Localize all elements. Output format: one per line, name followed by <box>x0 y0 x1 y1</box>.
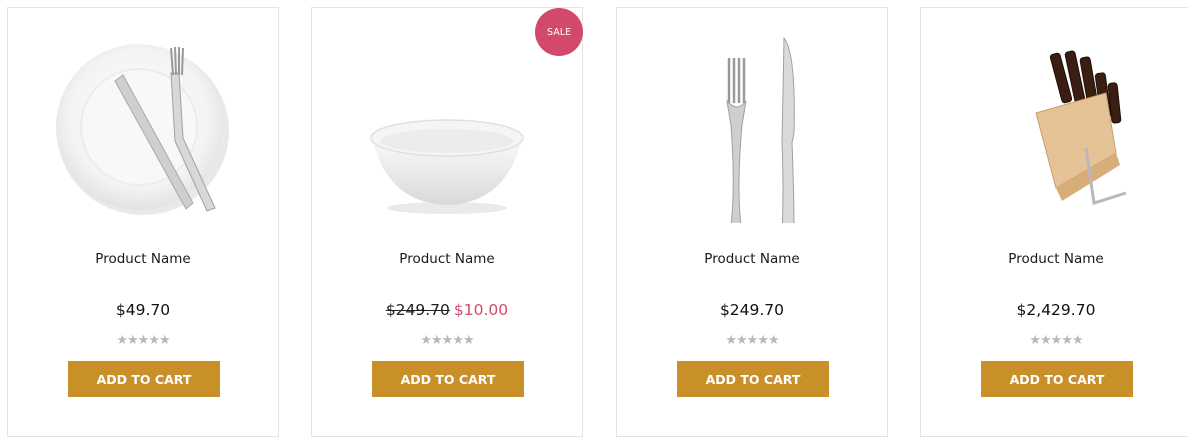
old-price: $249.70 <box>385 301 450 319</box>
product-image[interactable] <box>617 8 887 228</box>
product-image[interactable] <box>312 8 582 228</box>
add-to-cart-button[interactable]: ADD TO CART <box>981 361 1133 397</box>
product-name[interactable]: Product Name <box>921 251 1188 267</box>
product-card[interactable]: Product Name $249.70 ★★★★★ ADD TO CART <box>616 7 888 437</box>
rating-stars: ★★★★★ <box>725 333 779 348</box>
product-price: $249.70 $10.00 <box>312 301 582 319</box>
add-to-cart-button[interactable]: ADD TO CART <box>68 361 220 397</box>
product-price: $249.70 <box>617 301 887 319</box>
rating-stars: ★★★★★ <box>1029 333 1083 348</box>
add-to-cart-button[interactable]: ADD TO CART <box>372 361 524 397</box>
price: $2,429.70 <box>1016 301 1096 319</box>
product-card[interactable]: Product Name $2,429.70 ★★★★★ ADD TO CART <box>920 7 1188 437</box>
product-name[interactable]: Product Name <box>617 251 887 267</box>
fork-knife-image <box>726 36 795 223</box>
product-name[interactable]: Product Name <box>312 251 582 267</box>
price: $49.70 <box>115 301 171 319</box>
product-price: $2,429.70 <box>921 301 1188 319</box>
rating-stars: ★★★★★ <box>116 333 170 348</box>
product-image[interactable] <box>921 8 1188 228</box>
product-price: $49.70 <box>8 301 278 319</box>
product-card[interactable]: SALE Product Name $249.70 $10.00 ★★★★★ AD… <box>311 7 583 437</box>
product-name[interactable]: Product Name <box>8 251 278 267</box>
rating-stars: ★★★★★ <box>420 333 474 348</box>
plate-image <box>56 44 229 215</box>
knife-block-image <box>1035 50 1127 205</box>
product-card[interactable]: Product Name $49.70 ★★★★★ ADD TO CART <box>7 7 279 437</box>
bowl-image <box>370 119 524 214</box>
add-to-cart-button[interactable]: ADD TO CART <box>677 361 829 397</box>
product-image[interactable] <box>8 8 278 228</box>
price: $249.70 <box>719 301 785 319</box>
sale-price: $10.00 <box>453 301 509 319</box>
